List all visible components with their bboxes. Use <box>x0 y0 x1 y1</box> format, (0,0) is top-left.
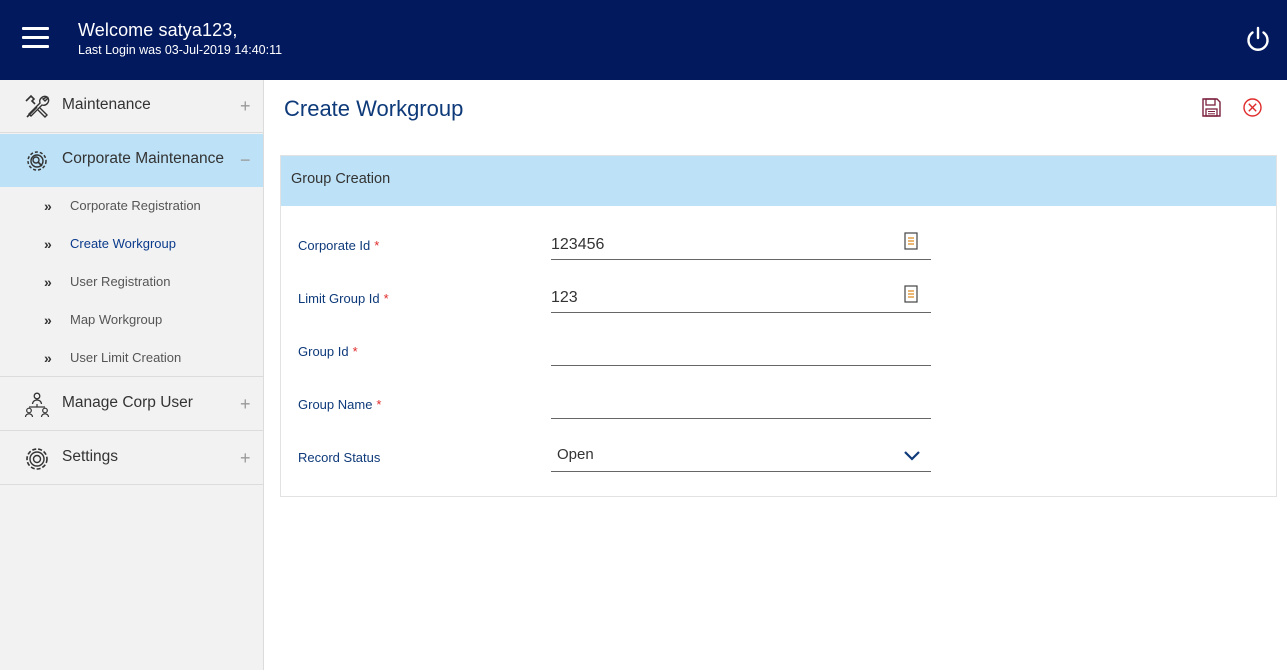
field-label-text: Limit Group Id <box>298 291 380 306</box>
hamburger-icon[interactable] <box>22 27 49 49</box>
sidebar-item-label: Settings <box>62 448 119 465</box>
limit-group-id-input[interactable] <box>551 287 891 309</box>
submenu-item-label: Map Workgroup <box>70 312 163 327</box>
power-icon[interactable] <box>1244 25 1272 53</box>
gear-icon <box>26 448 48 470</box>
record-status-select[interactable]: Open <box>551 444 931 472</box>
corporate-id-field <box>551 232 931 260</box>
sidebar-item-label: Manage Corp User <box>62 394 193 411</box>
submenu-item-label: Corporate Registration <box>70 198 201 213</box>
limit-group-id-label: Limit Group Id * <box>298 291 389 306</box>
sidebar-item-manage-corp-user[interactable]: Manage Corp User + <box>0 378 263 431</box>
sidebar-item-settings[interactable]: Settings + <box>0 432 263 485</box>
submenu-item-label: User Registration <box>70 274 171 289</box>
submenu-item-corporate-registration[interactable]: » Corporate Registration <box>0 187 263 225</box>
welcome-text: Welcome satya123, <box>78 20 238 40</box>
required-mark: * <box>374 238 380 253</box>
save-icon[interactable] <box>1201 97 1222 118</box>
submenu-item-create-workgroup[interactable]: » Create Workgroup <box>0 225 263 263</box>
group-name-field <box>551 391 931 419</box>
double-chevron-icon: » <box>44 274 52 290</box>
top-header: Welcome satya123, Last Login was 03-Jul-… <box>0 0 1287 80</box>
double-chevron-icon: » <box>44 350 52 366</box>
sidebar-item-label: Corporate Maintenance <box>62 150 224 167</box>
sidebar: Maintenance + Corporate Maintenance − » … <box>0 80 264 670</box>
submenu-item-map-workgroup[interactable]: » Map Workgroup <box>0 301 263 339</box>
group-name-label: Group Name * <box>298 397 381 412</box>
corporate-id-label: Corporate Id * <box>298 238 379 253</box>
expand-icon[interactable]: + <box>240 97 251 115</box>
group-id-field <box>551 338 931 366</box>
submenu-item-label: Create Workgroup <box>70 236 176 251</box>
field-label-text: Group Id <box>298 344 349 359</box>
close-circle-icon[interactable] <box>1242 97 1263 118</box>
corporate-id-input[interactable] <box>551 234 891 256</box>
last-login-text: Last Login was 03-Jul-2019 14:40:11 <box>78 43 283 57</box>
lookup-icon[interactable] <box>904 232 918 250</box>
field-label-text: Corporate Id <box>298 238 371 253</box>
sidebar-item-label: Maintenance <box>62 96 151 113</box>
submenu-item-user-limit-creation[interactable]: » User Limit Creation <box>0 339 263 377</box>
gear-search-icon <box>27 151 47 171</box>
chevron-down-icon[interactable] <box>903 450 921 462</box>
expand-icon[interactable]: + <box>240 449 251 467</box>
group-id-input[interactable] <box>551 340 891 362</box>
double-chevron-icon: » <box>44 312 52 328</box>
tools-icon <box>25 94 50 118</box>
required-mark: * <box>383 291 389 306</box>
record-status-label: Record Status <box>298 450 380 465</box>
required-mark: * <box>352 344 358 359</box>
collapse-icon[interactable]: − <box>240 151 251 169</box>
submenu-item-user-registration[interactable]: » User Registration <box>0 263 263 301</box>
group-name-input[interactable] <box>551 393 891 415</box>
double-chevron-icon: » <box>44 198 52 214</box>
record-status-value: Open <box>557 446 594 463</box>
submenu-item-label: User Limit Creation <box>70 350 182 365</box>
sidebar-item-corporate-maintenance[interactable]: Corporate Maintenance − <box>0 134 263 187</box>
lookup-icon[interactable] <box>904 285 918 303</box>
panel-title: Group Creation <box>291 171 391 187</box>
required-mark: * <box>376 397 382 412</box>
field-label-text: Group Name <box>298 397 373 412</box>
limit-group-id-field <box>551 285 931 313</box>
page-title: Create Workgroup <box>284 96 464 121</box>
double-chevron-icon: » <box>44 236 52 252</box>
group-id-label: Group Id * <box>298 344 358 359</box>
expand-icon[interactable]: + <box>240 395 251 413</box>
sidebar-item-maintenance[interactable]: Maintenance + <box>0 80 263 133</box>
panel-header: Group Creation <box>281 156 1276 206</box>
field-label-text: Record Status <box>298 450 381 465</box>
users-hierarchy-icon <box>24 392 50 418</box>
